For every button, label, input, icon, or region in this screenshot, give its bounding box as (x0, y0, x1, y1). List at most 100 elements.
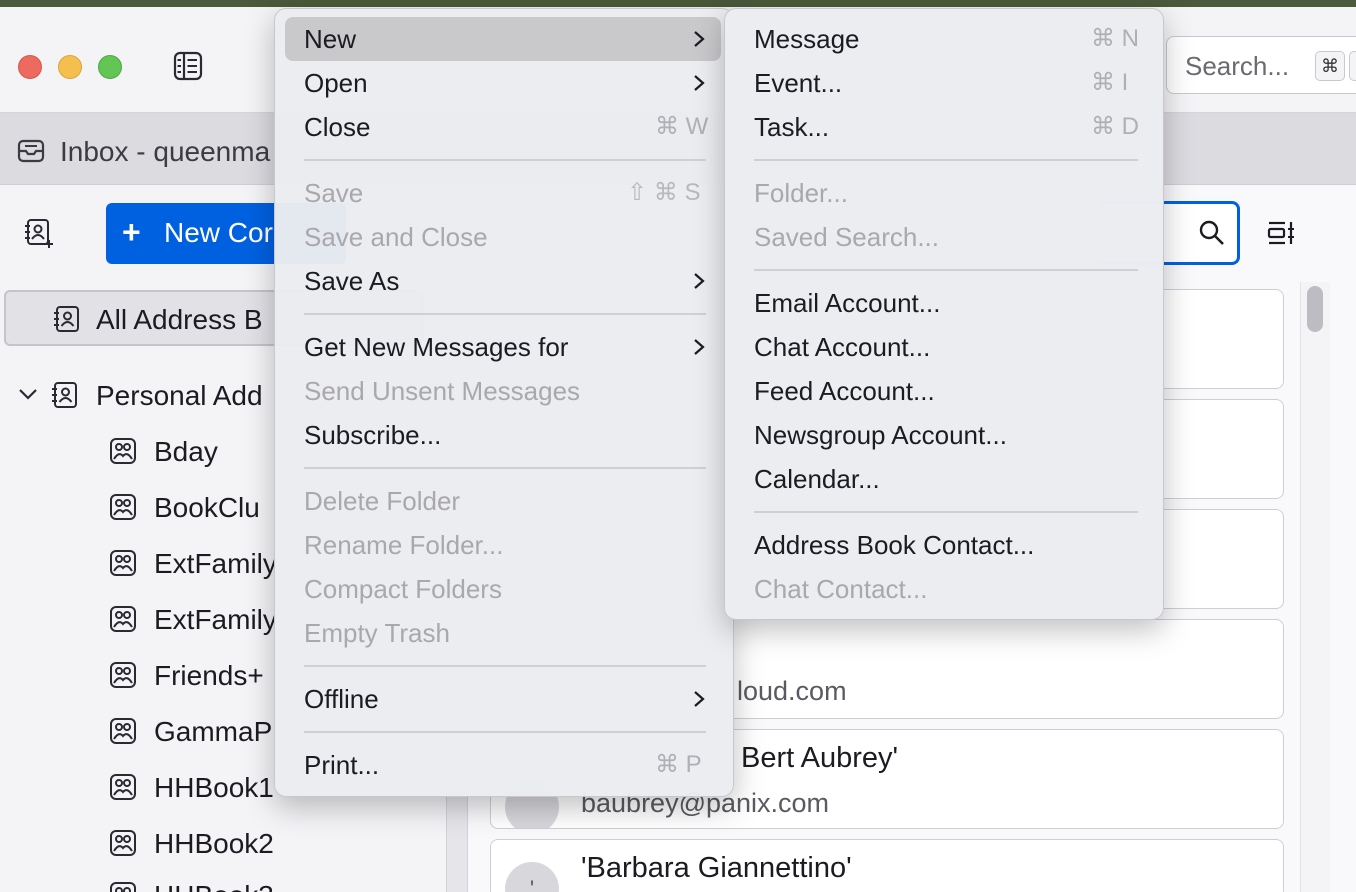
new-submenu: Message ⌘ N Event... ⌘ I Task... ⌘ D Fol… (724, 8, 1164, 620)
menu-item-new-address-book-contact[interactable]: Address Book Contact... (735, 523, 1153, 567)
menu-item-save-as[interactable]: Save As (285, 259, 721, 303)
window-maximize-button[interactable] (98, 55, 122, 79)
menu-item-new-folder[interactable]: Folder... (735, 171, 1153, 215)
search-placeholder: Search... (1185, 51, 1290, 81)
menu-item-save[interactable]: Save ⇧ ⌘ S (285, 171, 721, 215)
menu-item-label: Save and Close (304, 222, 488, 252)
menu-item-subscribe[interactable]: Subscribe... (285, 413, 721, 457)
sidebar-list-label: ExtFamily (154, 548, 277, 579)
inbox-tray-icon (17, 139, 45, 163)
menu-item-new-calendar[interactable]: Calendar... (735, 457, 1153, 501)
menu-item-label: Get New Messages for (304, 332, 569, 362)
contact-list-icon (110, 550, 136, 576)
menu-separator (304, 665, 706, 667)
chevron-right-icon (694, 31, 705, 47)
chevron-right-icon (694, 339, 705, 355)
menu-item-label: Close (304, 112, 371, 142)
contact-name: Bert Aubrey' (741, 742, 899, 774)
chevron-down-icon[interactable] (16, 382, 40, 406)
menu-item-shortcut: ⌘ N (1091, 25, 1139, 52)
sidebar-list-label: HHBook2 (154, 828, 274, 859)
global-search-input[interactable]: Search... ⌘ (1166, 36, 1356, 94)
menu-item-empty-trash[interactable]: Empty Trash (285, 611, 721, 655)
menu-item-label: Saved Search... (754, 222, 939, 252)
menu-item-save-and-close[interactable]: Save and Close (285, 215, 721, 259)
menu-item-new-email-account[interactable]: Email Account... (735, 281, 1153, 325)
menu-item-print[interactable]: Print... ⌘ P (285, 743, 721, 787)
menu-item-label: Compact Folders (304, 574, 502, 604)
menu-item-new-chat-account[interactable]: Chat Account... (735, 325, 1153, 369)
sidebar-list-item[interactable]: HHBook3 (0, 872, 446, 892)
menu-separator (304, 159, 706, 161)
menu-item-label: Folder... (754, 178, 848, 208)
menu-item-new-saved-search[interactable]: Saved Search... (735, 215, 1153, 259)
menu-item-label: Feed Account... (754, 376, 935, 406)
menu-item-label: Delete Folder (304, 486, 461, 516)
plus-icon: + (122, 214, 141, 250)
menu-separator (304, 313, 706, 315)
menu-item-label: Chat Contact... (754, 574, 928, 604)
new-address-book-icon[interactable] (22, 216, 56, 250)
menu-item-get-new-messages-for[interactable]: Get New Messages for (285, 325, 721, 369)
menu-item-label: Empty Trash (304, 618, 450, 648)
chevron-right-icon (694, 691, 705, 707)
menu-item-offline[interactable]: Offline (285, 677, 721, 721)
contacts-scrollbar[interactable] (1300, 282, 1330, 892)
menu-separator (754, 159, 1138, 161)
search-shortcut-key-2 (1349, 51, 1356, 81)
menu-item-new-chat-contact[interactable]: Chat Contact... (735, 567, 1153, 611)
menu-separator (304, 731, 706, 733)
menu-item-label: Message (754, 24, 860, 54)
menu-item-compact-folders[interactable]: Compact Folders (285, 567, 721, 611)
window-close-button[interactable] (18, 55, 42, 79)
menu-item-new-event[interactable]: Event... ⌘ I (735, 61, 1153, 105)
menu-item-label: Open (304, 68, 368, 98)
menu-item-label: New (304, 24, 357, 54)
menu-separator (754, 269, 1138, 271)
menu-item-label: Newsgroup Account... (754, 420, 1007, 450)
contact-list-icon (110, 662, 136, 688)
scrollbar-thumb[interactable] (1307, 286, 1323, 332)
menu-item-new-newsgroup-account[interactable]: Newsgroup Account... (735, 413, 1153, 457)
address-book-icon (54, 306, 79, 332)
menu-item-shortcut: ⌘ W (655, 113, 709, 140)
file-menu: New Open Close ⌘ W Save ⇧ ⌘ S Save and C… (274, 8, 734, 797)
menu-item-open[interactable]: Open (285, 61, 721, 105)
menu-item-shortcut: ⌘ P (655, 751, 702, 778)
sidebar-list-label: HHBook1 (154, 772, 274, 803)
menu-item-label: Email Account... (754, 288, 941, 318)
desktop-background (0, 0, 1356, 7)
menu-item-delete-folder[interactable]: Delete Folder (285, 479, 721, 523)
contact-list-icon (110, 606, 136, 632)
search-shortcut-key: ⌘ (1315, 51, 1345, 81)
menu-separator (754, 511, 1138, 513)
contact-list-icon (110, 830, 136, 856)
tab-inbox[interactable]: Inbox - queenma (60, 136, 270, 168)
menu-item-label: Rename Folder... (304, 530, 504, 560)
list-options-icon[interactable] (1266, 218, 1296, 248)
menu-item-new-task[interactable]: Task... ⌘ D (735, 105, 1153, 149)
menu-separator (304, 467, 706, 469)
contact-list-icon (110, 774, 136, 800)
contact-card[interactable]: ' 'Barbara Giannettino' (490, 839, 1284, 892)
menu-item-label: Send Unsent Messages (304, 376, 581, 406)
sidebar-toggle-icon[interactable] (172, 50, 204, 82)
menu-item-new-feed-account[interactable]: Feed Account... (735, 369, 1153, 413)
new-contact-label: New Cor (164, 217, 273, 248)
menu-item-new[interactable]: New (285, 17, 721, 61)
menu-item-close[interactable]: Close ⌘ W (285, 105, 721, 149)
avatar: ' (505, 862, 559, 892)
menu-item-rename-folder[interactable]: Rename Folder... (285, 523, 721, 567)
menu-item-label: Subscribe... (304, 420, 442, 450)
sidebar-list-label: BookClu (154, 492, 260, 523)
menu-item-label: Offline (304, 684, 379, 714)
sidebar-list-label: Friends+ (154, 660, 264, 691)
window-minimize-button[interactable] (58, 55, 82, 79)
menu-item-new-message[interactable]: Message ⌘ N (735, 17, 1153, 61)
menu-item-send-unsent-messages[interactable]: Send Unsent Messages (285, 369, 721, 413)
sidebar-list-item[interactable]: HHBook2 (0, 820, 446, 870)
menu-item-label: Print... (304, 750, 380, 780)
sidebar-list-label: ExtFamily (154, 604, 277, 635)
contact-list-icon (110, 494, 136, 520)
sidebar-item-label: All Address B (96, 304, 263, 335)
